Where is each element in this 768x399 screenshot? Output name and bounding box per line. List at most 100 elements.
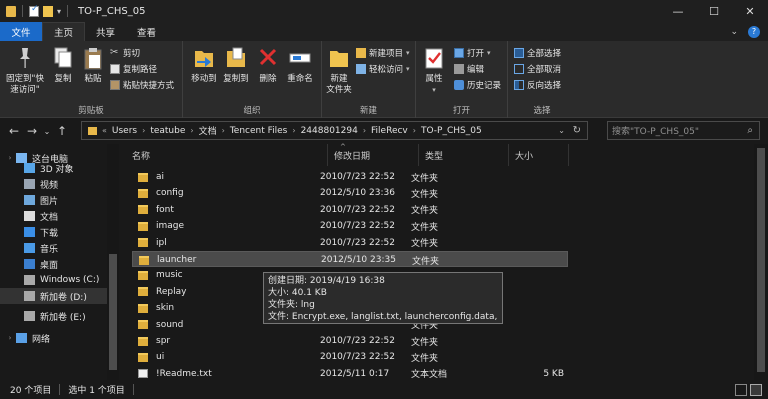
forward-icon[interactable]: →	[23, 124, 41, 138]
tab-home[interactable]: 主页	[42, 22, 86, 41]
nav-item[interactable]: 视频	[0, 176, 108, 192]
group-label: 组织	[243, 106, 261, 116]
easy-access-button[interactable]: 轻松访问 ▾	[356, 62, 410, 76]
organize-group: 移动到 复制到 删除 重命名 组织	[183, 41, 322, 118]
large-icons-view-icon[interactable]	[750, 383, 762, 396]
breadcrumb-item[interactable]: Tencent Files	[230, 126, 288, 136]
picture-icon	[24, 195, 35, 205]
cube-icon	[24, 163, 35, 173]
easy-access-icon	[356, 64, 366, 74]
nav-item[interactable]: 图片	[0, 192, 108, 208]
tab-share[interactable]: 共享	[85, 22, 126, 41]
chevron-right-icon[interactable]: ›	[222, 126, 225, 135]
up-icon[interactable]: ↑	[53, 124, 71, 138]
select-all-button[interactable]: 全部选择	[514, 46, 561, 60]
file-row[interactable]: ai 2010/7/23 22:52 文件夹	[132, 169, 568, 185]
nav-item[interactable]: 3D 对象	[0, 160, 108, 176]
copy-to-button[interactable]: 复制到	[221, 45, 251, 85]
file-row[interactable]: config 2012/5/10 23:36 文件夹	[132, 185, 568, 201]
column-header-name[interactable]: 名称	[126, 144, 328, 166]
pin-quick-access-button[interactable]: 固定到"快速访问"	[4, 45, 46, 96]
file-date: 2012/5/10 23:36	[320, 188, 395, 199]
breadcrumb-item[interactable]: teatube	[150, 126, 185, 136]
details-view-icon[interactable]	[735, 383, 747, 396]
nav-item[interactable]: 下载	[0, 224, 108, 240]
breadcrumb-item[interactable]: FileRecv	[371, 126, 408, 136]
file-row[interactable]: spr 2010/7/23 22:52 文件夹	[132, 333, 568, 349]
copy-button[interactable]: 复制	[50, 45, 76, 85]
help-icon[interactable]: ?	[748, 25, 760, 38]
delete-button[interactable]: 删除	[257, 45, 279, 85]
breadcrumb-item[interactable]: 2448801294	[301, 126, 358, 136]
chevron-down-icon[interactable]: ▾	[57, 7, 61, 16]
move-to-button[interactable]: 移动到	[189, 45, 219, 85]
desktop-icon	[24, 259, 35, 269]
chevron-down-icon[interactable]: ⌄	[558, 126, 565, 135]
file-name: ui	[156, 352, 165, 363]
recent-locations-icon[interactable]: ⌄	[41, 127, 53, 136]
scrollbar-thumb[interactable]	[109, 254, 117, 370]
tab-view[interactable]: 查看	[126, 22, 167, 41]
folder-icon	[138, 188, 148, 198]
ribbon: 固定到"快速访问" 复制 粘贴 ✂ 剪切 复制路径 粘贴快捷方式 剪贴板 移动到…	[0, 41, 768, 118]
nav-scrollbar[interactable]	[107, 144, 119, 380]
file-row[interactable]: ipl 2010/7/23 22:52 文件夹	[132, 235, 568, 251]
chevron-right-icon[interactable]: ›	[142, 126, 145, 135]
select-none-button[interactable]: 全部取消	[514, 62, 561, 76]
chevron-down-icon: ▾	[432, 86, 436, 94]
refresh-icon[interactable]: ↻	[573, 125, 581, 136]
minimize-button[interactable]: —	[660, 0, 696, 22]
rename-button[interactable]: 重命名	[283, 45, 317, 85]
paste-button[interactable]: 粘贴	[80, 45, 106, 85]
back-icon[interactable]: ←	[5, 124, 23, 138]
maximize-button[interactable]: ☐	[696, 0, 732, 22]
file-row[interactable]: image 2010/7/23 22:52 文件夹	[132, 218, 568, 234]
breadcrumb-item[interactable]: 文档	[199, 124, 217, 137]
column-header-size[interactable]: 大小	[509, 144, 569, 166]
nav-item[interactable]: 桌面	[0, 256, 108, 272]
file-row[interactable]: launcher 2012/5/10 23:35 文件夹	[132, 251, 568, 267]
invert-selection-button[interactable]: 反向选择	[514, 78, 561, 92]
close-button[interactable]: ✕	[732, 0, 768, 22]
nav-item[interactable]: Windows (C:)	[0, 272, 108, 288]
document-icon	[24, 211, 35, 221]
history-button[interactable]: 历史记录	[454, 78, 501, 92]
edit-button[interactable]: 编辑	[454, 62, 484, 76]
properties-button[interactable]: 属性 ▾	[420, 45, 448, 96]
column-header-date[interactable]: 修改日期	[328, 144, 419, 166]
chevron-right-icon[interactable]: ›	[190, 126, 193, 135]
nav-item[interactable]: 新加卷 (D:)	[0, 288, 108, 304]
tab-file[interactable]: 文件	[0, 22, 42, 41]
chevron-down-icon[interactable]: ⌄	[730, 27, 738, 37]
nav-item-label: 图片	[40, 196, 59, 207]
new-folder-icon	[328, 45, 350, 71]
chevron-right-icon[interactable]: ›	[363, 126, 366, 135]
file-row[interactable]: ui 2010/7/23 22:52 文件夹	[132, 349, 568, 365]
new-folder-quick-icon[interactable]	[43, 5, 53, 17]
cut-button[interactable]: ✂ 剪切	[110, 46, 140, 60]
new-item-button[interactable]: 新建项目 ▾	[356, 46, 410, 60]
address-bar[interactable]: « Users › teatube › 文档 › Tencent Files ›…	[81, 121, 588, 140]
breadcrumb-item[interactable]: TO-P_CHS_05	[421, 126, 482, 136]
properties-quick-icon[interactable]	[29, 4, 39, 17]
new-folder-button[interactable]: 新建 文件夹	[324, 45, 354, 96]
text-file-icon	[138, 369, 148, 379]
breadcrumb-item[interactable]: Users	[112, 126, 137, 136]
chevron-right-icon[interactable]: ›	[4, 334, 16, 342]
column-header-type[interactable]: 类型	[419, 144, 509, 166]
open-button[interactable]: 打开 ▾	[454, 46, 491, 60]
search-box[interactable]: 搜索"TO-P_CHS_05" ⌕	[607, 121, 760, 140]
nav-item[interactable]: › 网络	[0, 330, 108, 346]
ribbon-tabs: 文件 主页 共享 查看 ⌄ ?	[0, 22, 768, 41]
nav-item[interactable]: 新加卷 (E:)	[0, 308, 108, 324]
nav-item[interactable]: 音乐	[0, 240, 108, 256]
chevron-right-icon[interactable]: ›	[413, 126, 416, 135]
file-list-scrollbar[interactable]	[754, 144, 768, 380]
nav-item[interactable]: 文档	[0, 208, 108, 224]
copy-path-button[interactable]: 复制路径	[110, 62, 157, 76]
paste-shortcut-button[interactable]: 粘贴快捷方式	[110, 78, 174, 92]
file-row[interactable]: font 2010/7/23 22:52 文件夹	[132, 202, 568, 218]
file-name: launcher	[157, 255, 197, 265]
chevron-right-icon[interactable]: ›	[292, 126, 295, 135]
scrollbar-thumb[interactable]	[757, 148, 765, 372]
